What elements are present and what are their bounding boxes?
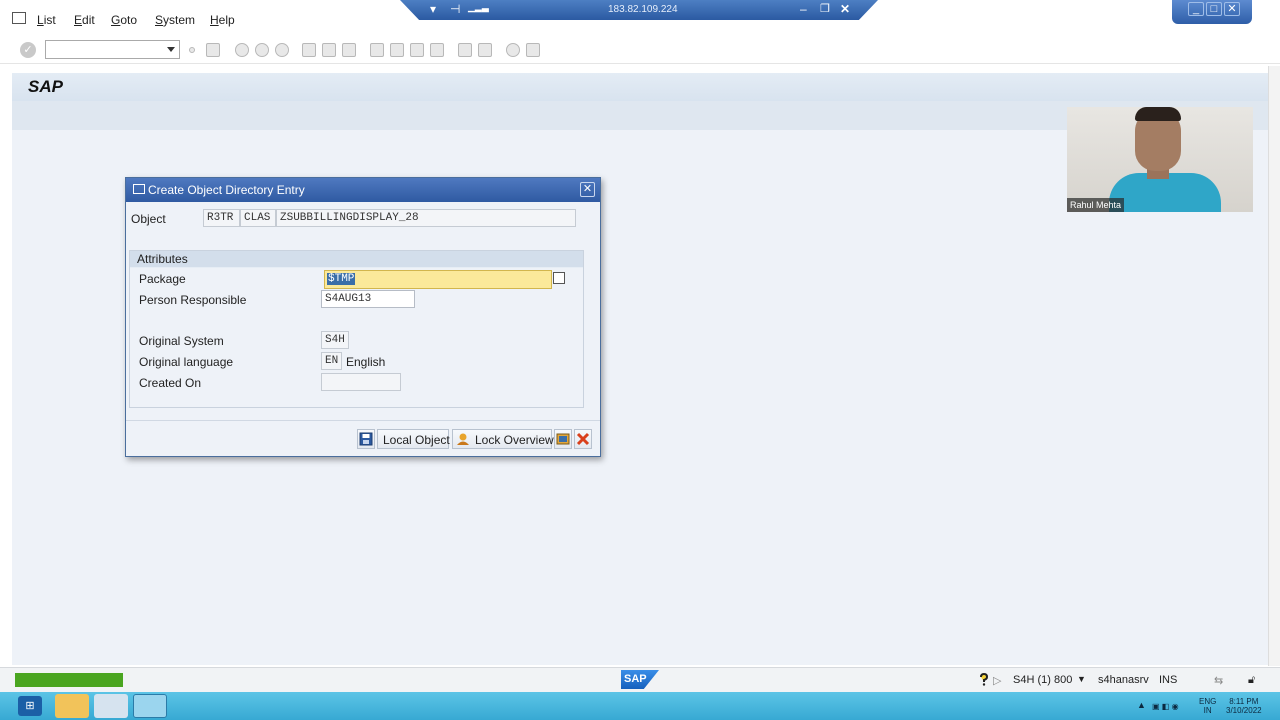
- presenter-name: Rahul Mehta: [1067, 198, 1125, 212]
- cancel-icon[interactable]: [275, 43, 289, 57]
- file-explorer-icon[interactable]: [55, 694, 89, 718]
- find-icon[interactable]: [322, 43, 336, 57]
- menu-edit[interactable]: Edit: [74, 13, 95, 27]
- object-label: Object: [131, 212, 166, 226]
- presenter-hair: [1135, 107, 1181, 121]
- menu-list[interactable]: List: [37, 13, 56, 27]
- attributes-header: Attributes: [130, 251, 583, 267]
- chevron-down-icon[interactable]: [167, 47, 175, 52]
- sap-logo-text: SAP: [28, 77, 63, 96]
- object-type: CLAS: [240, 209, 276, 227]
- lock-overview-button[interactable]: Lock Overview: [452, 429, 554, 449]
- created-on-label: Created On: [139, 376, 202, 390]
- window-controls: _ □ ✕: [1172, 0, 1252, 24]
- info-icon[interactable]: [978, 673, 990, 686]
- close-icon[interactable]: ✕: [1224, 2, 1240, 16]
- next-page-icon[interactable]: [410, 43, 424, 57]
- tray-expand-icon[interactable]: ▲: [1137, 701, 1146, 710]
- save-icon: [359, 432, 373, 446]
- status-bar: SAP ▷ S4H (1) 800 ▼ s4hanasrv INS ⇆ 🔓︎: [0, 667, 1280, 692]
- transport-icon: [556, 433, 570, 445]
- webcam-overlay: Rahul Mehta: [1067, 107, 1253, 212]
- dialog-separator: [126, 420, 600, 421]
- transport-button[interactable]: [554, 429, 572, 449]
- last-page-icon[interactable]: [430, 43, 444, 57]
- sap-logo-icon: SAP: [621, 670, 659, 689]
- attributes-body: Package $TMP Person Responsible S4AUG13 …: [130, 268, 583, 407]
- package-value: $TMP: [327, 273, 356, 285]
- original-system-value: S4H: [321, 331, 349, 349]
- dialog-icon: [133, 184, 145, 194]
- sap-logon-icon[interactable]: [133, 694, 167, 718]
- clock[interactable]: 8:11 PM 3/10/2022: [1226, 697, 1262, 715]
- arrows-icon[interactable]: ⇆: [1214, 674, 1223, 687]
- powershell-icon[interactable]: [94, 694, 128, 718]
- windows-taskbar: ⊞ ▲ ▣ ◧ ◉ ENG IN 8:11 PM 3/10/2022: [0, 692, 1280, 720]
- object-name: ZSUBBILLINGDISPLAY_28: [276, 209, 576, 227]
- dialog-title-bar: Create Object Directory Entry ✕: [126, 178, 600, 202]
- menu-bar: List Edit Goto System Help: [0, 8, 1170, 34]
- find-next-icon[interactable]: [342, 43, 356, 57]
- object-pgmid: R3TR: [203, 209, 240, 227]
- chevron-down-icon[interactable]: ▼: [1077, 674, 1086, 684]
- input-mode: INS: [1159, 674, 1178, 686]
- title-bar: SAP: [12, 73, 1268, 101]
- first-page-icon[interactable]: [370, 43, 384, 57]
- value-help-icon[interactable]: [553, 272, 565, 284]
- original-language-label: Original language: [139, 355, 234, 369]
- unlock-icon[interactable]: 🔓︎: [1248, 674, 1255, 687]
- standard-toolbar: ✓: [0, 36, 1280, 64]
- original-system-label: Original System: [139, 334, 224, 348]
- play-icon[interactable]: ▷: [993, 674, 1001, 687]
- menu-goto[interactable]: Goto: [111, 13, 137, 27]
- server-name: s4hanasrv: [1098, 674, 1149, 686]
- minimize-icon[interactable]: _: [1188, 2, 1204, 16]
- help-icon[interactable]: [506, 43, 520, 57]
- local-object-button[interactable]: Local Object: [377, 429, 450, 449]
- start-button[interactable]: ⊞: [18, 696, 42, 716]
- menu-help[interactable]: Help: [210, 13, 235, 27]
- tray-icons[interactable]: ▣ ◧ ◉: [1152, 702, 1179, 711]
- cancel-icon: [576, 432, 590, 446]
- created-on-value: [321, 373, 401, 391]
- enter-icon[interactable]: ✓: [20, 42, 36, 58]
- back-icon[interactable]: [235, 43, 249, 57]
- dialog-title: Create Object Directory Entry: [148, 183, 305, 197]
- language-indicator[interactable]: ENG IN: [1199, 697, 1216, 715]
- command-field[interactable]: [45, 40, 180, 59]
- new-session-icon[interactable]: [458, 43, 472, 57]
- scrollbar[interactable]: [1268, 66, 1280, 666]
- maximize-icon[interactable]: □: [1206, 2, 1222, 16]
- original-language-code: EN: [321, 352, 342, 370]
- layout-menu-icon[interactable]: [526, 43, 540, 57]
- menu-system[interactable]: System: [155, 13, 195, 27]
- close-icon[interactable]: ✕: [580, 182, 595, 197]
- save-icon[interactable]: [206, 43, 220, 57]
- cancel-button[interactable]: [574, 429, 592, 449]
- exit-icon[interactable]: [255, 43, 269, 57]
- save-button[interactable]: [357, 429, 375, 449]
- progress-indicator: [15, 673, 123, 687]
- original-language-text: English: [346, 355, 386, 369]
- menu-icon[interactable]: [12, 12, 26, 24]
- dot-icon: [189, 47, 195, 53]
- person-responsible-label: Person Responsible: [139, 293, 247, 307]
- package-label: Package: [139, 272, 186, 286]
- package-input[interactable]: $TMP: [324, 270, 552, 289]
- create-object-directory-dialog: Create Object Directory Entry ✕ Object R…: [125, 177, 601, 457]
- attributes-group: Attributes Package $TMP Person Responsib…: [129, 250, 584, 408]
- person-responsible-input[interactable]: S4AUG13: [321, 290, 415, 308]
- previous-page-icon[interactable]: [390, 43, 404, 57]
- lock-overview-icon: [457, 433, 469, 445]
- shortcut-icon[interactable]: [478, 43, 492, 57]
- system-info[interactable]: S4H (1) 800: [1013, 674, 1072, 686]
- print-icon[interactable]: [302, 43, 316, 57]
